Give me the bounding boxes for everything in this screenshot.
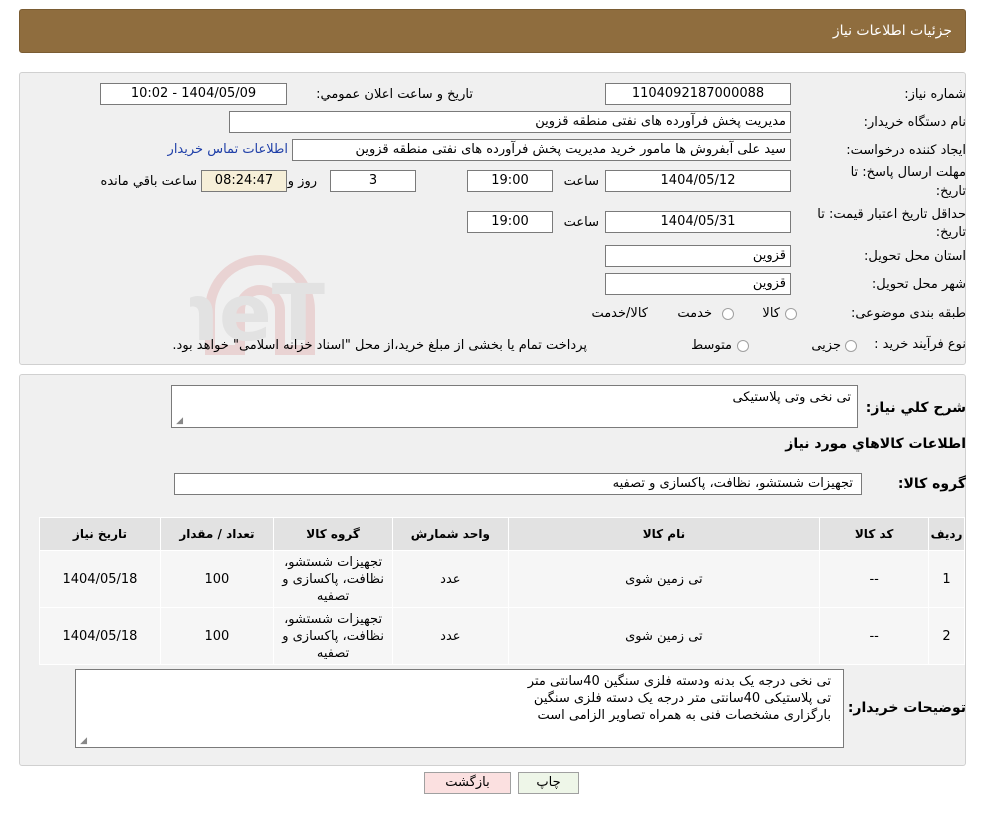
category-option-both-label: کالا/خدمت [591,306,648,321]
table-row: 2 -- تی زمین شوی عدد تجهیزات شستشو، نظاف… [39,607,965,665]
table-header-row: رديف كد كالا نام كالا واحد شمارش گروه كا… [39,517,965,551]
purchase-type-label: نوع فرآیند خرید : [874,337,966,352]
cell-item-code: -- [819,607,930,665]
items-table: رديف كد كالا نام كالا واحد شمارش گروه كا… [39,517,965,665]
cell-row-number: 2 [928,607,965,665]
purchase-option-partial-label: جزیی [811,338,841,353]
buyer-notes-line-2: تی پلاستیکی 40سانتی متر درجه یک دسته فلز… [533,691,831,706]
buyer-notes-textarea[interactable]: تی نخی درجه یک بدنه ودسته فلزی سنگین 40س… [75,669,844,748]
city-field: قزوین [605,273,791,295]
cell-goods-group: تجهیزات شستشو، نظافت، پاکسازی و تصفیه [272,607,394,665]
cell-unit: عدد [392,550,509,608]
col-item-code: كد كالا [819,517,930,551]
goods-info-title: اطلاعات كالاهاي مورد نياز [785,436,966,452]
creator-field: سید علی آبفروش ها مامور خرید مدیریت پخش … [292,139,791,161]
buyer-contact-link[interactable]: اطلاعات تماس خریدار [168,142,288,157]
back-button[interactable]: بازگشت [424,772,511,794]
print-button[interactable]: چاپ [518,772,579,794]
purchase-option-medium-label: متوسط [691,338,732,353]
buyer-org-label: نام دستگاه خريدار: [863,115,966,130]
cell-need-date: 1404/05/18 [39,607,161,665]
purchase-note: پرداخت تمام یا بخشی از مبلغ خرید،از محل … [172,338,587,353]
province-label: استان محل تحويل: [864,249,966,264]
validity-label-date: تاريخ: [935,225,966,240]
cell-unit: عدد [392,607,509,665]
col-unit: واحد شمارش [392,517,509,551]
col-goods-group: گروه كالا [272,517,394,551]
cell-quantity: 100 [159,550,274,608]
page-header: جزئیات اطلاعات نیاز [19,9,966,53]
summary-label: شرح كلي نياز: [865,400,966,416]
category-option-service-label: خدمت [677,306,712,321]
deadline-time-field: 19:00 [467,170,553,192]
cell-row-number: 1 [928,550,965,608]
validity-date-field: 1404/05/31 [605,211,791,233]
cell-item-name: تی زمین شوی [507,607,821,665]
goods-group-field: تجهیزات شستشو، نظافت، پاکسازی و تصفیه [174,473,862,495]
days-field: 3 [330,170,416,192]
goods-group-label: گروه كالا: [897,476,966,492]
deadline-date-field: 1404/05/12 [605,170,791,192]
cell-need-date: 1404/05/18 [39,550,161,608]
buyer-notes-label: توضیحات خریدار: [847,700,966,716]
need-number-label: شماره نیاز: [904,87,966,102]
city-label: شهر محل تحويل: [871,277,966,292]
announce-label: تاریخ و ساعت اعلان عمومي: [316,87,473,102]
cell-item-code: -- [819,550,930,608]
category-option-service-radio[interactable] [722,308,734,320]
purchase-option-partial-radio[interactable] [845,340,857,352]
resize-grip-icon[interactable]: ◢ [79,737,87,746]
buyer-notes-line-3: بارگزاری مشخصات فنی به همراه تصاویر الزا… [537,708,831,723]
validity-label: حداقل تاريخ اعتبار قيمت: تا [817,207,966,222]
buyer-notes-line-1: تی نخی درجه یک بدنه ودسته فلزی سنگین 40س… [527,674,831,689]
remaining-time-field: 08:24:47 [201,170,287,192]
need-number-field: 1104092187000088 [605,83,791,105]
days-label: روز و [287,174,317,189]
cell-item-name: تی زمین شوی [507,550,821,608]
col-row-number: رديف [928,517,965,551]
buyer-org-field: مدیریت پخش فرآورده های نفتی منطقه قزوین [229,111,791,133]
deadline-label-date: تاريخ: [935,184,966,199]
category-label: طبقه بندی موضوعی: [850,306,966,321]
col-item-name: نام كالا [507,517,821,551]
creator-label: ايجاد كننده درخواست: [846,143,966,158]
col-need-date: تاريخ نياز [39,517,161,551]
cell-quantity: 100 [159,607,274,665]
purchase-option-medium-radio[interactable] [737,340,749,352]
deadline-label: مهلت ارسال پاسخ: تا [850,165,966,180]
cell-goods-group: تجهیزات شستشو، نظافت، پاکسازی و تصفیه [272,550,394,608]
page-title: جزئیات اطلاعات نیاز [832,23,952,39]
announce-field: 1404/05/09 - 10:02 [100,83,287,105]
resize-grip-icon[interactable]: ◢ [175,417,183,426]
col-quantity: تعداد / مقدار [159,517,274,551]
validity-time-label: ساعت [563,215,599,230]
province-field: قزوین [605,245,791,267]
remaining-label: ساعت باقي مانده [100,174,197,189]
deadline-time-label: ساعت [563,174,599,189]
summary-textarea[interactable]: تی نخی وتی پلاستیکی ◢ [171,385,858,428]
validity-time-field: 19:00 [467,211,553,233]
category-option-goods-radio[interactable] [785,308,797,320]
table-row: 1 -- تی زمین شوی عدد تجهیزات شستشو، نظاف… [39,550,965,608]
summary-text: تی نخی وتی پلاستیکی [732,390,851,405]
category-option-goods-label: کالا [762,306,780,321]
